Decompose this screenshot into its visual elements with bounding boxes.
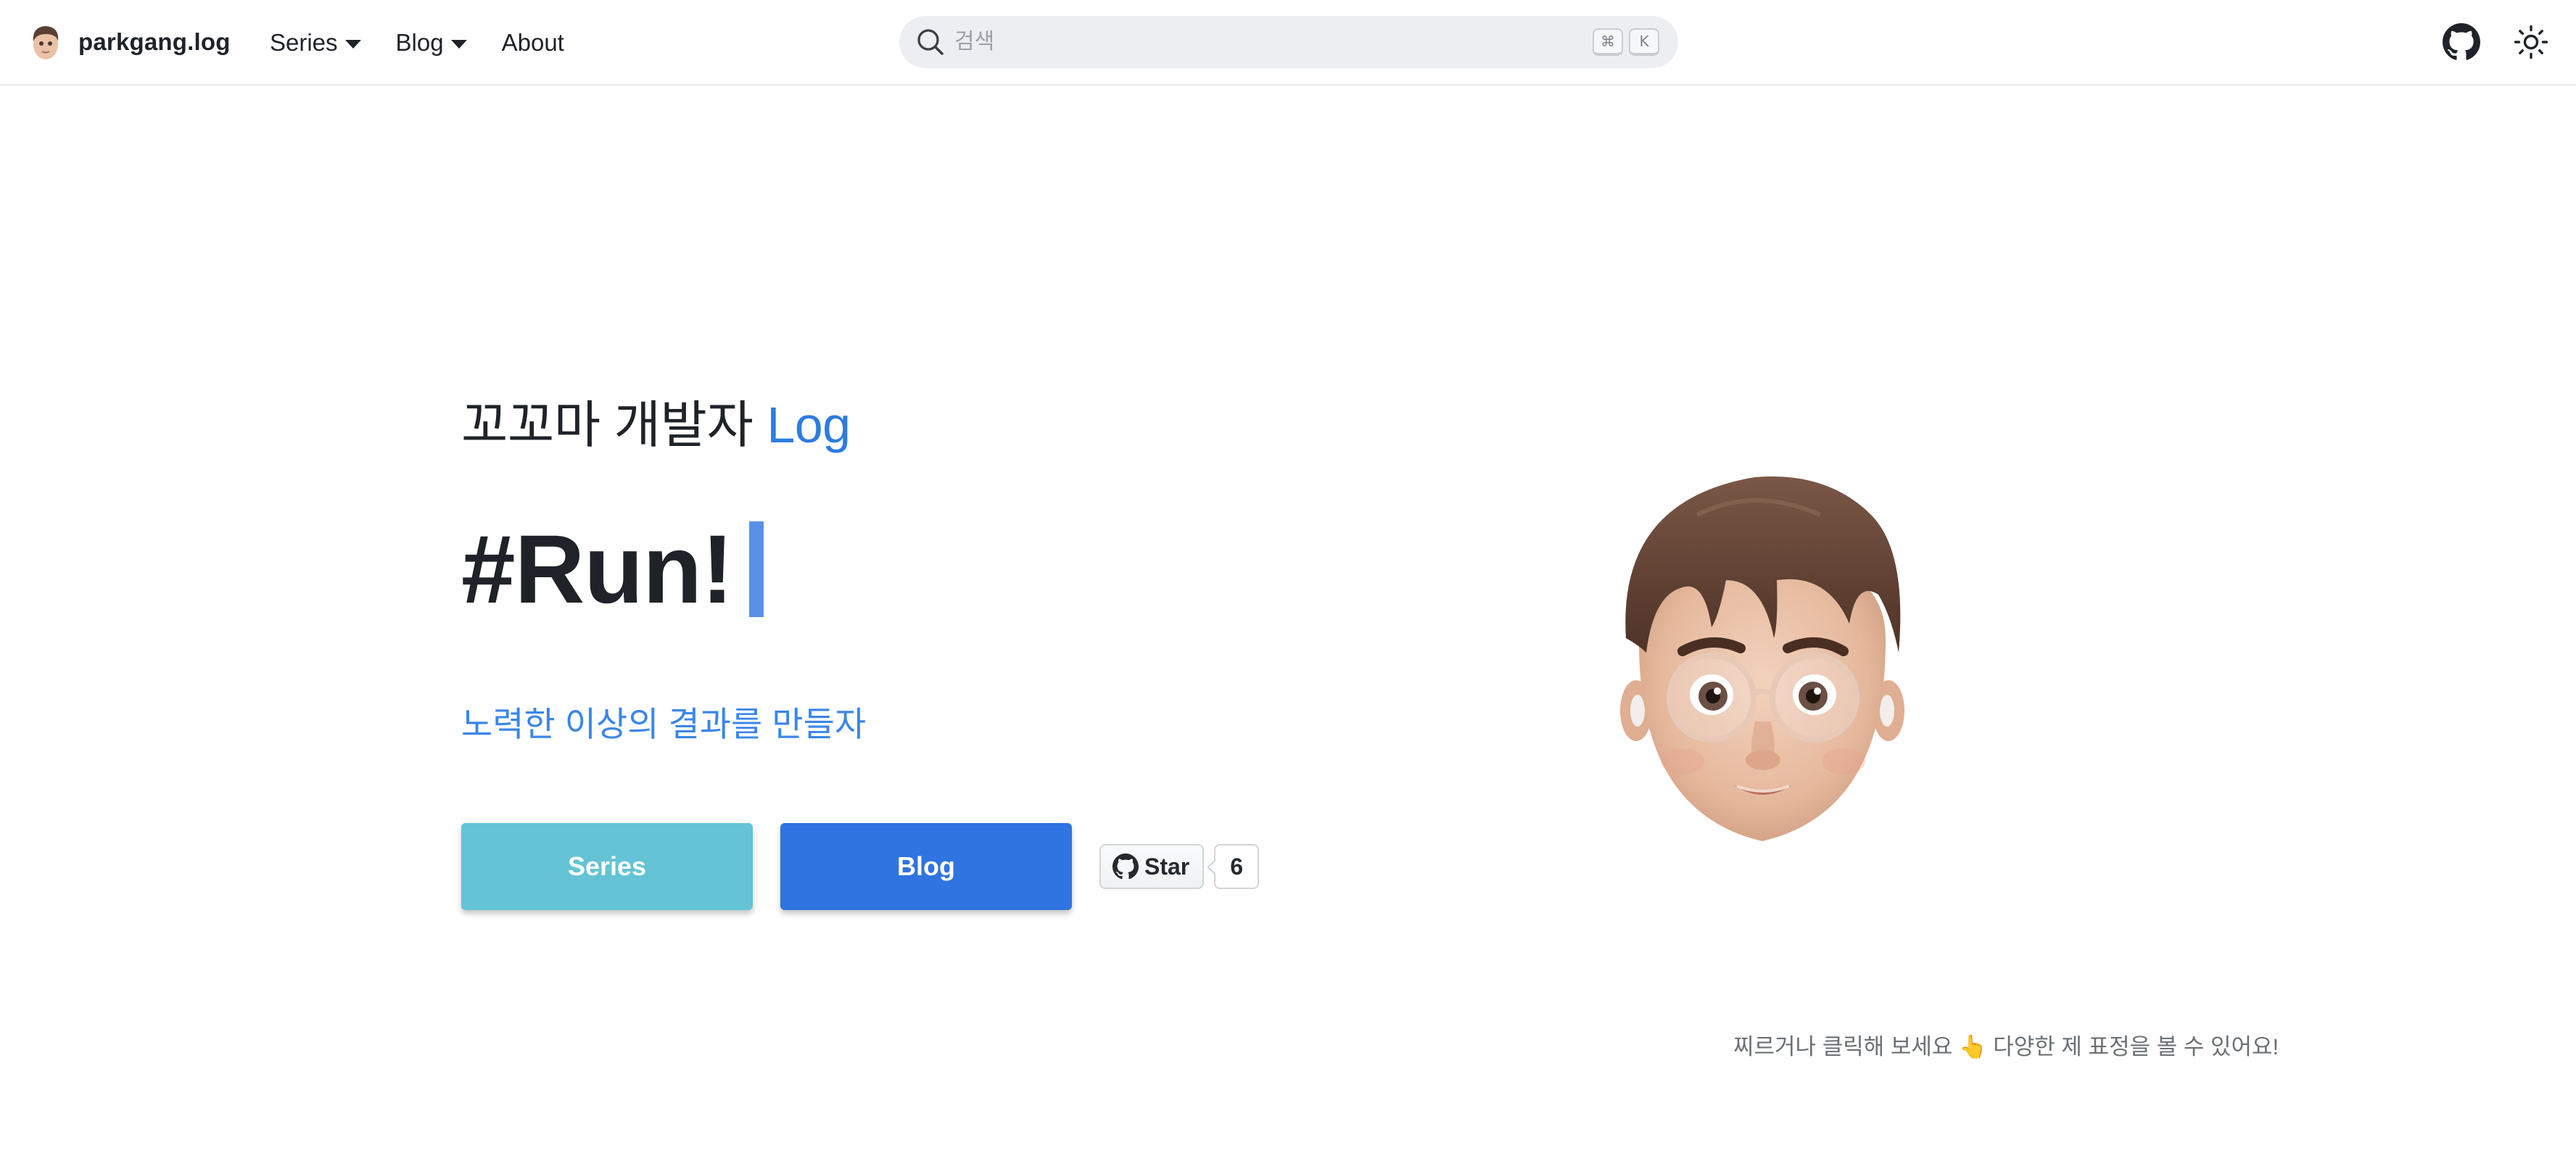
github-star-widget: Star 6 xyxy=(1099,844,1260,889)
hero-title-text: #Run! xyxy=(461,515,734,624)
main-nav: Series Blog About xyxy=(270,22,599,64)
github-link[interactable] xyxy=(2438,17,2485,67)
search-icon xyxy=(917,29,944,55)
top-header: parkgang.log Series Blog About ⌘ K xyxy=(0,0,2576,86)
typing-cursor xyxy=(748,521,764,617)
nav-item-about-label: About xyxy=(501,29,564,56)
hero-tagline: 노력한 이상의 결과를 만들자 xyxy=(461,705,867,743)
search-bar[interactable]: ⌘ K xyxy=(899,16,1678,68)
shortcut-key-cmd: ⌘ xyxy=(1593,28,1623,56)
hero-subtitle: 꼬꼬마 개발자 Log xyxy=(461,384,851,458)
nav-item-blog-label: Blog xyxy=(395,29,444,56)
brand-name: parkgang.log xyxy=(78,28,231,55)
github-icon xyxy=(1112,854,1139,880)
github-icon xyxy=(2443,23,2480,60)
caret-down-icon xyxy=(344,40,361,49)
memoji-hint: 찌르거나 클릭해 보세요 👆 다양한 제 표정을 볼 수 있어요! xyxy=(1733,1034,2279,1059)
hero-subtitle-accent: Log xyxy=(767,397,851,453)
github-star-label: Star xyxy=(1144,853,1190,880)
theme-toggle-button[interactable] xyxy=(2508,17,2554,67)
brand-link[interactable]: parkgang.log xyxy=(28,19,231,65)
nav-item-series[interactable]: Series xyxy=(270,29,361,57)
hero-subtitle-prefix: 꼬꼬마 개발자 xyxy=(461,397,754,453)
sun-icon xyxy=(2514,25,2548,59)
memoji-avatar[interactable] xyxy=(1610,471,1915,848)
search-input[interactable] xyxy=(953,29,1587,55)
hero-title: #Run! xyxy=(461,508,764,631)
github-star-count[interactable]: 6 xyxy=(1207,844,1260,889)
shortcut-key-k: K xyxy=(1629,28,1659,56)
avatar-icon xyxy=(33,26,59,59)
header-actions xyxy=(2438,17,2554,67)
nav-item-blog[interactable]: Blog xyxy=(396,29,467,57)
nav-item-about[interactable]: About xyxy=(502,29,564,57)
caret-down-icon xyxy=(450,40,467,49)
blog-button[interactable]: Blog xyxy=(780,823,1072,910)
nav-item-series-label: Series xyxy=(270,29,338,56)
series-button[interactable]: Series xyxy=(461,823,753,910)
github-star-button[interactable]: Star xyxy=(1099,844,1205,889)
